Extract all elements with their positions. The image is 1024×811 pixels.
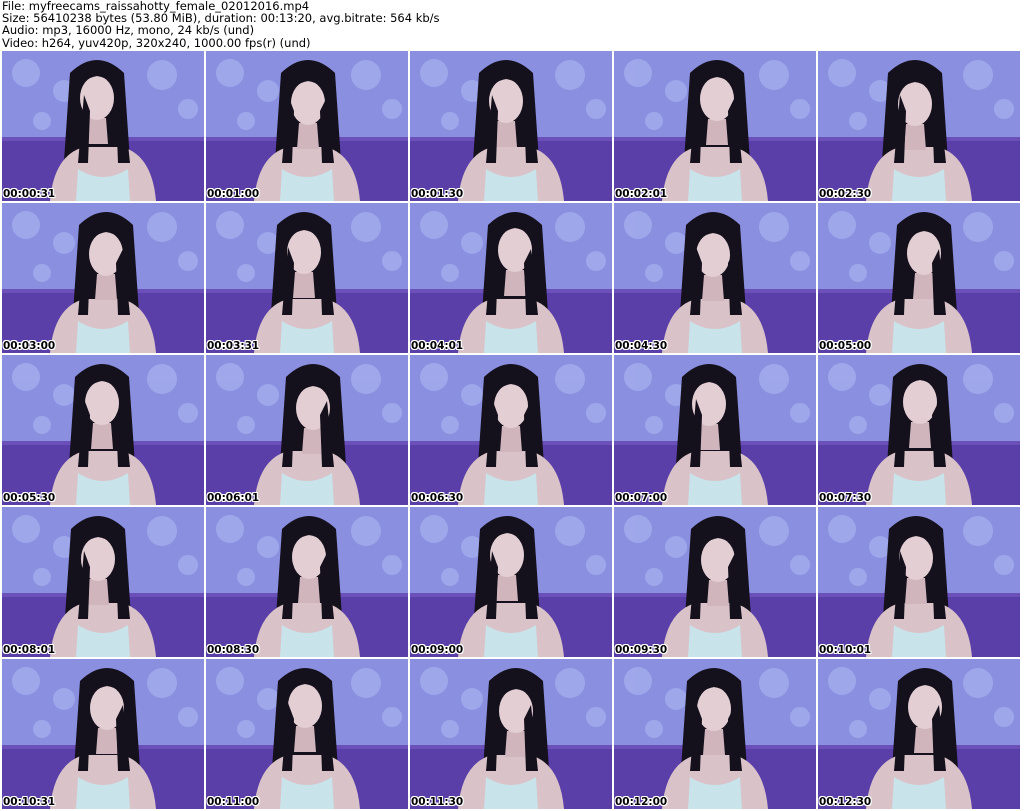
- video-frame-image: [614, 507, 816, 657]
- video-frame-image: [206, 659, 408, 809]
- thumbnail-timestamp: 00:11:00: [207, 796, 260, 808]
- video-thumbnail-12: 00:06:01: [206, 355, 408, 505]
- video-thumbnail-7: 00:03:31: [206, 203, 408, 353]
- video-frame-image: [206, 355, 408, 505]
- video-frame-image: [206, 51, 408, 201]
- video-frame-image: [818, 51, 1020, 201]
- video-thumbnail-2: 00:01:00: [206, 51, 408, 201]
- thumbnail-timestamp: 00:04:30: [615, 340, 668, 352]
- thumbnail-timestamp: 00:11:30: [411, 796, 464, 808]
- thumbnail-timestamp: 00:05:00: [819, 340, 872, 352]
- video-frame-image: [2, 203, 204, 353]
- video-thumbnail-15: 00:07:30: [818, 355, 1020, 505]
- video-thumbnail-11: 00:05:30: [2, 355, 204, 505]
- thumbnail-timestamp: 00:01:30: [411, 188, 464, 200]
- thumbnail-timestamp: 00:06:01: [207, 492, 260, 504]
- video-thumbnail-25: 00:12:30: [818, 659, 1020, 809]
- video-frame-image: [410, 51, 612, 201]
- audio-info-line: Audio: mp3, 16000 Hz, mono, 24 kb/s (und…: [2, 23, 255, 38]
- thumbnail-timestamp: 00:08:01: [3, 644, 56, 656]
- video-thumbnail-5: 00:02:30: [818, 51, 1020, 201]
- video-info-line: Video: h264, yuv420p, 320x240, 1000.00 f…: [2, 35, 311, 50]
- thumbnail-timestamp: 00:12:30: [819, 796, 872, 808]
- file-info-header: File: myfreecams_raissahotty_female_0201…: [2, 0, 1022, 50]
- video-frame-image: [2, 659, 204, 809]
- video-frame-image: [206, 203, 408, 353]
- video-thumbnail-3: 00:01:30: [410, 51, 612, 201]
- video-thumbnail-1: 00:00:31: [2, 51, 204, 201]
- video-frame-image: [818, 355, 1020, 505]
- video-frame-image: [410, 203, 612, 353]
- video-thumbnail-14: 00:07:00: [614, 355, 816, 505]
- video-frame-image: [818, 659, 1020, 809]
- video-frame-image: [818, 203, 1020, 353]
- thumbnail-timestamp: 00:00:31: [3, 188, 56, 200]
- video-thumbnail-23: 00:11:30: [410, 659, 612, 809]
- video-frame-image: [614, 659, 816, 809]
- thumbnail-timestamp: 00:10:31: [3, 796, 56, 808]
- video-thumbnail-17: 00:08:30: [206, 507, 408, 657]
- thumbnail-timestamp: 00:09:00: [411, 644, 464, 656]
- video-frame-image: [2, 355, 204, 505]
- video-frame-image: [410, 507, 612, 657]
- video-frame-image: [2, 507, 204, 657]
- video-thumbnail-6: 00:03:00: [2, 203, 204, 353]
- thumbnail-timestamp: 00:08:30: [207, 644, 260, 656]
- thumbnail-timestamp: 00:12:00: [615, 796, 668, 808]
- thumbnail-timestamp: 00:01:00: [207, 188, 260, 200]
- video-frame-image: [206, 507, 408, 657]
- thumbnail-timestamp: 00:07:30: [819, 492, 872, 504]
- thumbnail-timestamp: 00:03:31: [207, 340, 260, 352]
- thumbnail-timestamp: 00:04:01: [411, 340, 464, 352]
- video-frame-image: [818, 507, 1020, 657]
- video-thumbnail-18: 00:09:00: [410, 507, 612, 657]
- video-thumbnail-13: 00:06:30: [410, 355, 612, 505]
- thumbnail-timestamp: 00:05:30: [3, 492, 56, 504]
- thumbnail-timestamp: 00:06:30: [411, 492, 464, 504]
- thumbnail-timestamp: 00:02:30: [819, 188, 872, 200]
- video-thumbnail-9: 00:04:30: [614, 203, 816, 353]
- video-thumbnail-19: 00:09:30: [614, 507, 816, 657]
- video-frame-image: [614, 203, 816, 353]
- video-thumbnail-10: 00:05:00: [818, 203, 1020, 353]
- video-thumbnail-22: 00:11:00: [206, 659, 408, 809]
- thumbnail-timestamp: 00:07:00: [615, 492, 668, 504]
- video-thumbnail-8: 00:04:01: [410, 203, 612, 353]
- video-frame-image: [410, 659, 612, 809]
- video-thumbnail-4: 00:02:01: [614, 51, 816, 201]
- video-thumbnail-21: 00:10:31: [2, 659, 204, 809]
- thumbnail-timestamp: 00:09:30: [615, 644, 668, 656]
- thumbnail-timestamp: 00:10:01: [819, 644, 872, 656]
- thumbnail-grid: 00:00:31 00:01:00 00:01:30 00:02:01 00:0…: [2, 51, 1020, 809]
- thumbnail-timestamp: 00:02:01: [615, 188, 668, 200]
- thumbnail-timestamp: 00:03:00: [3, 340, 56, 352]
- video-frame-image: [2, 51, 204, 201]
- video-frame-image: [410, 355, 612, 505]
- video-frame-image: [614, 51, 816, 201]
- video-thumbnail-20: 00:10:01: [818, 507, 1020, 657]
- video-thumbnail-24: 00:12:00: [614, 659, 816, 809]
- video-frame-image: [614, 355, 816, 505]
- video-thumbnail-16: 00:08:01: [2, 507, 204, 657]
